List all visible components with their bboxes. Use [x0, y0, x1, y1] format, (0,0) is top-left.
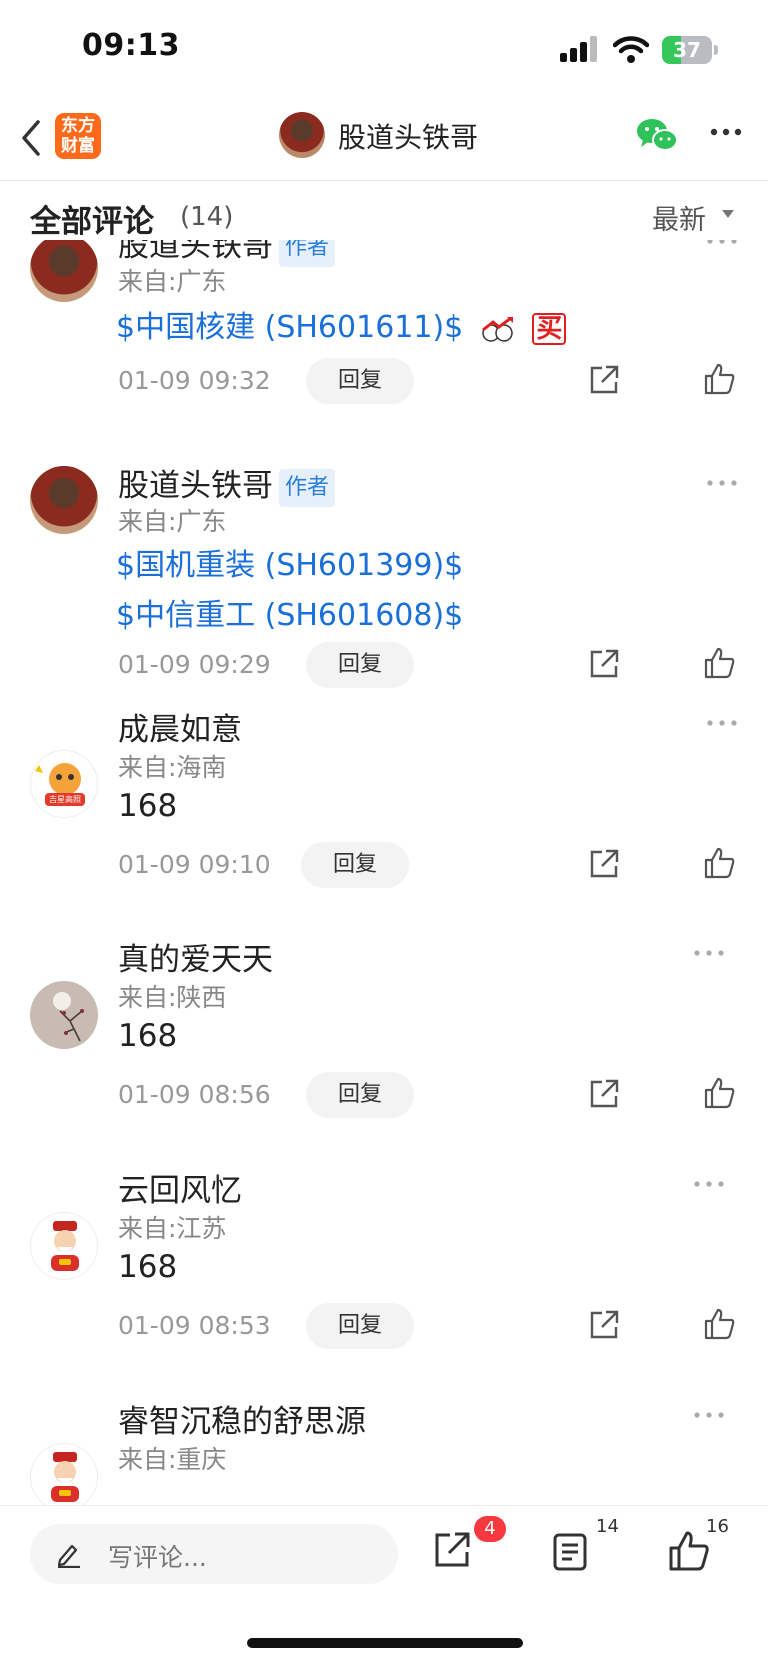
avatar[interactable]: [30, 1443, 98, 1505]
comment-location: 来自:陕西: [118, 983, 227, 1012]
back-arrow-icon[interactable]: [16, 116, 46, 160]
reply-button[interactable]: 回复: [301, 842, 409, 888]
comments-title: 全部评论: [30, 204, 154, 240]
author-badge: 作者: [279, 240, 336, 267]
share-icon[interactable]: [588, 1078, 620, 1110]
reply-button[interactable]: 回复: [306, 1072, 414, 1118]
thumbs-up-icon[interactable]: [703, 846, 737, 880]
buy-emoji: 买: [532, 312, 567, 345]
comment-location: 来自:海南: [118, 753, 227, 782]
thumbs-up-icon[interactable]: [703, 362, 737, 396]
comment-list: 股道头铁哥 作者 来自:广东 $中国核建 (SH601611)$ 买 01-09 …: [0, 240, 768, 1505]
comment-placeholder: 写评论...: [108, 1543, 207, 1572]
comment-location: 来自:重庆: [118, 1445, 227, 1474]
share-icon[interactable]: [588, 364, 620, 396]
comment-time: 01-09 09:32: [118, 366, 271, 395]
more-icon[interactable]: [692, 1410, 726, 1420]
battery-indicator: 37: [662, 36, 720, 64]
share-icon[interactable]: [588, 848, 620, 880]
bottom-bar: 写评论... 4 14 16: [0, 1505, 768, 1664]
more-icon[interactable]: [708, 122, 744, 142]
fortune-god-avatar-icon: [51, 1221, 79, 1271]
share-count-badge: 4: [474, 1516, 506, 1542]
comment-text: 168: [118, 1018, 178, 1054]
more-icon[interactable]: [692, 1179, 726, 1189]
stock-link[interactable]: $中国核建 (SH601611)$: [116, 310, 463, 345]
comment-location: 来自:江苏: [118, 1214, 227, 1243]
comment-text: 168: [118, 1249, 178, 1285]
comment-location: 来自:广东: [118, 267, 227, 296]
like-count: 16: [706, 1516, 729, 1537]
more-icon[interactable]: [705, 240, 739, 246]
comment-author[interactable]: 睿智沉稳的舒思源: [118, 1396, 366, 1441]
avatar[interactable]: [30, 466, 98, 534]
comments-list-icon[interactable]: [552, 1532, 588, 1572]
reply-button[interactable]: 回复: [306, 1303, 414, 1349]
reply-button[interactable]: 回复: [306, 642, 414, 688]
plum-branch-avatar-icon: [53, 992, 84, 1042]
more-icon[interactable]: [692, 948, 726, 958]
comment-time: 01-09 09:29: [118, 650, 271, 679]
reply-button[interactable]: 回复: [306, 358, 414, 404]
avatar-caption: 吉星高照: [49, 795, 81, 804]
share-icon[interactable]: [432, 1530, 472, 1570]
stock-link[interactable]: $国机重装 (SH601399)$: [116, 540, 463, 584]
thumbs-up-icon[interactable]: [668, 1530, 710, 1572]
wifi-icon: [613, 36, 649, 63]
sort-dropdown[interactable]: 最新: [652, 198, 706, 237]
thumbs-up-icon[interactable]: [703, 1307, 737, 1341]
comment-time: 01-09 09:10: [118, 850, 271, 879]
app-logo[interactable]: 东方 财富: [55, 113, 101, 159]
avatar[interactable]: 吉星高照: [30, 750, 98, 818]
comment-time: 01-09 08:53: [118, 1311, 271, 1340]
comment-author[interactable]: 云回风忆: [118, 1165, 242, 1210]
stock-link[interactable]: $中信重工 (SH601608)$: [116, 590, 463, 634]
battery-percent: 37: [673, 38, 701, 62]
more-icon[interactable]: [705, 718, 739, 728]
nav-title[interactable]: 股道头铁哥: [338, 116, 478, 156]
comments-count: 14: [596, 1516, 619, 1537]
wechat-icon[interactable]: [635, 116, 679, 154]
trend-up-emoji-icon: [481, 316, 513, 342]
author-badge: 作者: [279, 468, 336, 507]
comment-author[interactable]: 真的爱天天: [118, 934, 273, 979]
caret-down-icon[interactable]: [722, 210, 734, 218]
comment-input[interactable]: 写评论...: [30, 1524, 398, 1584]
avatar[interactable]: [30, 981, 98, 1049]
more-icon[interactable]: [705, 478, 739, 488]
pen-icon: [57, 1544, 80, 1568]
comment-author[interactable]: 股道头铁哥: [118, 468, 273, 504]
comments-count: (14): [180, 202, 234, 232]
avatar[interactable]: [30, 1212, 98, 1280]
nav-bar: 东方 财富 股道头铁哥: [0, 100, 768, 181]
author-avatar[interactable]: [279, 112, 325, 158]
comment-author[interactable]: 股道头铁哥: [118, 240, 273, 264]
comment-text: 168: [118, 788, 178, 824]
comment-author[interactable]: 成晨如意: [118, 704, 242, 749]
share-icon[interactable]: [588, 1309, 620, 1341]
avatar[interactable]: [30, 240, 98, 302]
status-time: 09:13: [82, 28, 180, 63]
fortune-god-avatar-icon: [51, 1452, 79, 1502]
thumbs-up-icon[interactable]: [703, 1076, 737, 1110]
comment-time: 01-09 08:56: [118, 1080, 271, 1109]
thumbs-up-icon[interactable]: [703, 646, 737, 680]
dragon-avatar-icon: [35, 763, 85, 806]
comment-location: 来自:广东: [118, 507, 227, 536]
share-icon[interactable]: [588, 648, 620, 680]
home-indicator[interactable]: [247, 1638, 523, 1648]
cellular-signal-icon: [560, 36, 597, 62]
